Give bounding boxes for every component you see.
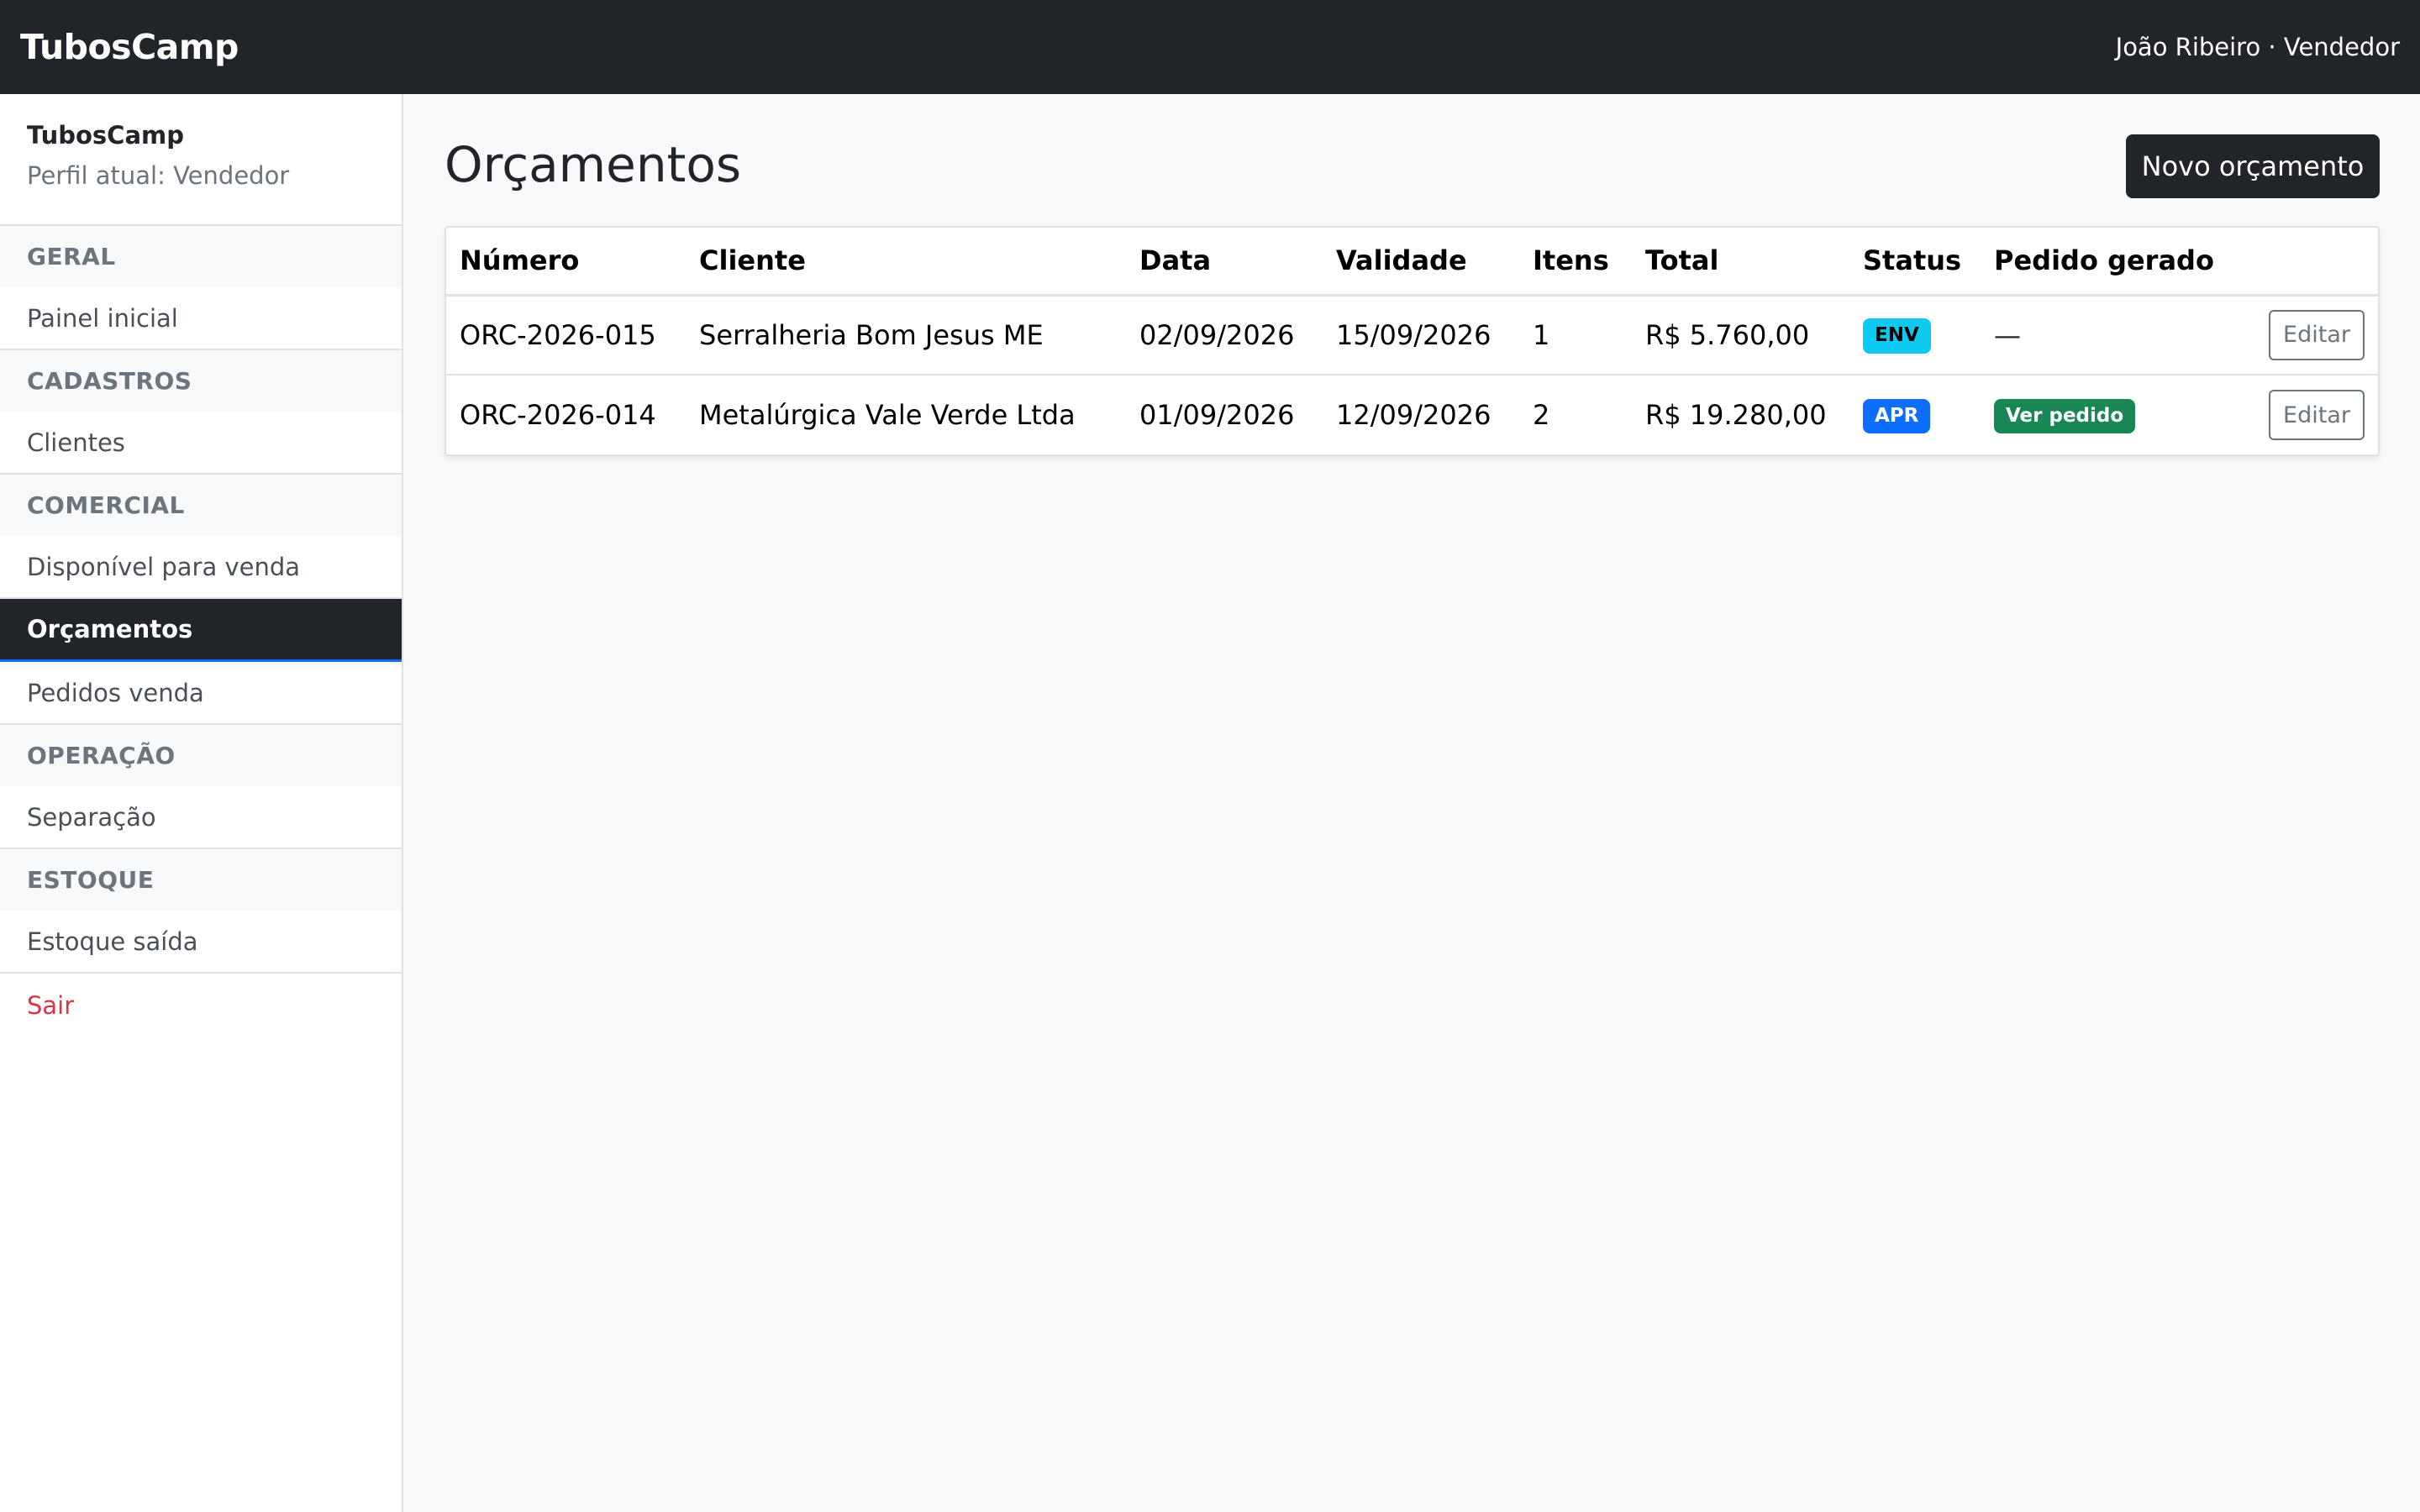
sidebar-item-painel-inicial[interactable]: Painel inicial [0,287,402,350]
main-content: Orçamentos Novo orçamento Número Cliente… [403,94,2420,1512]
sidebar-item-orcamentos[interactable]: Orçamentos [0,599,402,662]
sidebar-role: Perfil atual: Vendedor [27,161,290,190]
view-order-link[interactable]: Ver pedido [1994,398,2136,434]
sidebar-item-clientes[interactable]: Clientes [0,412,402,475]
cell-status: APR [1849,375,1981,454]
table-row[interactable]: ORC-2026-015 Serralheria Bom Jesus ME 02… [446,295,2378,375]
sidebar-section-geral: GERAL [0,226,402,287]
cell-actions: Editar [2233,375,2378,454]
new-quote-button[interactable]: Novo orçamento [2126,134,2380,198]
brand-logo[interactable]: TubosCamp [20,27,239,67]
sidebar: TubosCamp Perfil atual: Vendedor GERAL P… [0,94,403,1512]
cell-cliente: Serralheria Bom Jesus ME [686,295,1126,375]
cell-itens: 1 [1519,295,1632,375]
column-header-total[interactable]: Total [1632,228,1849,297]
sidebar-item-pedidos-venda[interactable]: Pedidos venda [0,662,402,725]
column-header-actions [2233,228,2378,297]
column-header-data[interactable]: Data [1126,228,1323,297]
cell-status: ENV [1849,295,1981,375]
column-header-numero[interactable]: Número [446,228,686,297]
pedido-empty-dash: — [1994,318,2021,351]
cell-pedido-gerado: — [1981,295,2233,375]
cell-itens: 2 [1533,399,1550,431]
quotes-table-card: Número Cliente Data Validade Itens Total… [445,226,2380,456]
column-header-cliente[interactable]: Cliente [686,228,1126,297]
cell-data: 02/09/2026 [1126,295,1323,375]
cell-actions: Editar [2233,295,2378,375]
sidebar-section-cadastros: CADASTROS [0,350,402,412]
top-navbar: TubosCamp João Ribeiro · Vendedor [0,0,2420,94]
quotes-table: Número Cliente Data Validade Itens Total… [446,228,2378,454]
cell-data: 01/09/2026 [1139,399,1295,431]
status-badge: APR [1863,398,1931,434]
column-header-status[interactable]: Status [1849,228,1981,297]
edit-button[interactable]: Editar [2269,309,2365,360]
cell-total: R$ 19.280,00 [1645,399,1827,431]
sidebar-brand: TubosCamp [27,121,185,150]
cell-cliente: Metalúrgica Vale Verde Ltda [699,399,1076,431]
page-title: Orçamentos [445,136,742,193]
cell-total: R$ 5.760,00 [1632,295,1849,375]
sidebar-item-estoque-saida[interactable]: Estoque saída [0,911,402,974]
user-info: João Ribeiro · Vendedor [2115,33,2400,61]
status-badge: ENV [1863,318,1931,354]
cell-pedido-gerado: Ver pedido [1981,375,2233,454]
edit-button[interactable]: Editar [2269,390,2365,440]
sidebar-item-sair[interactable]: Sair [0,974,402,1037]
column-header-validade[interactable]: Validade [1323,228,1519,297]
sidebar-section-estoque: ESTOQUE [0,849,402,911]
sidebar-header: TubosCamp Perfil atual: Vendedor [0,94,402,226]
cell-validade: 12/09/2026 [1336,399,1491,431]
cell-numero: ORC-2026-015 [446,295,686,375]
sidebar-section-comercial: COMERCIAL [0,475,402,536]
sidebar-section-operacao: OPERAÇÃO [0,725,402,786]
column-header-itens[interactable]: Itens [1519,228,1632,297]
table-header-row: Número Cliente Data Validade Itens Total… [446,228,2378,297]
sidebar-item-separacao[interactable]: Separação [0,786,402,849]
cell-validade: 15/09/2026 [1323,295,1519,375]
cell-numero: ORC-2026-014 [460,399,656,431]
column-header-pedido-gerado[interactable]: Pedido gerado [1981,228,2233,297]
sidebar-item-disponivel-para-venda[interactable]: Disponível para venda [0,536,402,599]
table-row[interactable]: ORC-2026-014 Metalúrgica Vale Verde Ltda… [446,375,2378,454]
